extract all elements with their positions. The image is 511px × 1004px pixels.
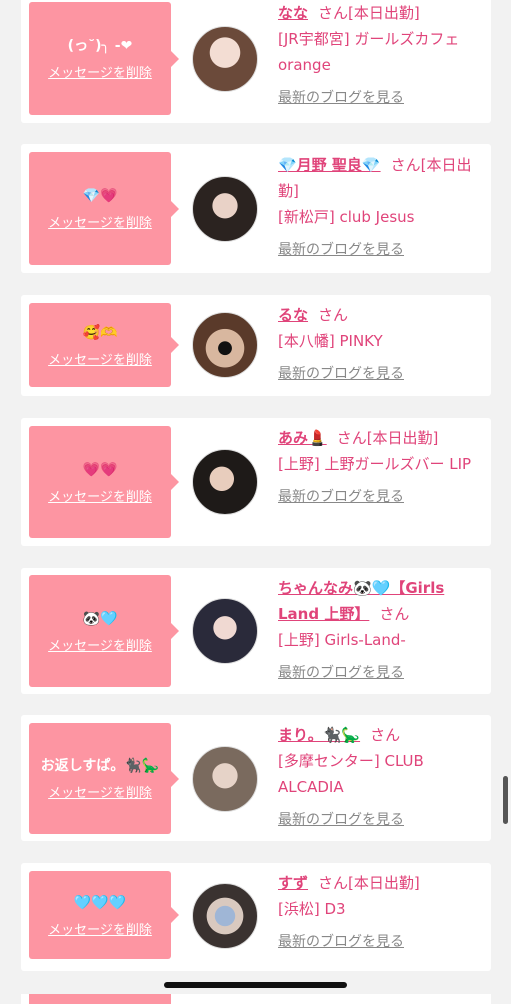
list-item: お返しすぱ。🐈‍⬛🦕 メッセージを削除 まり。🐈‍⬛🦕 さん [多摩センター] C… — [21, 715, 491, 841]
message-bubble: 🩵🩵🩵 メッセージを削除 — [29, 871, 179, 959]
san-label: さん — [336, 429, 367, 447]
blog-link[interactable]: 最新のブログを見る — [278, 90, 404, 106]
avatar[interactable] — [192, 312, 258, 378]
delete-message-link[interactable]: メッセージを削除 — [48, 62, 152, 81]
san-label: さん — [318, 306, 349, 324]
san-label: さん — [379, 605, 410, 623]
message-text: お返しすぱ。🐈‍⬛🦕 — [40, 758, 160, 774]
list-item: 🐼🩵 メッセージを削除 ちゃんなみ🐼🩵【Girls Land 上野】 さん [上野… — [21, 568, 491, 694]
message-bubble — [29, 994, 171, 1004]
list-item: (っ˘)╮ -❤ メッセージを削除 なな さん[本日出勤] [JR宇都宮] ガール… — [21, 0, 491, 123]
message-bubble: 🥰🫶 メッセージを削除 — [29, 303, 179, 387]
message-bubble: 💎💗 メッセージを削除 — [29, 152, 179, 265]
girl-name-link[interactable]: あみ💄 — [278, 429, 327, 447]
home-indicator[interactable] — [164, 982, 347, 988]
message-text: 🥰🫶 — [82, 324, 118, 341]
avatar[interactable] — [192, 598, 258, 664]
scrollbar[interactable] — [503, 776, 508, 824]
shop-name: [上野] Girls-Land- — [278, 631, 406, 649]
avatar[interactable] — [192, 883, 258, 949]
san-label: さん — [370, 726, 401, 744]
message-bubble: 🐼🩵 メッセージを削除 — [29, 575, 179, 687]
blog-link[interactable]: 最新のブログを見る — [278, 242, 404, 258]
shop-name: [本八幡] PINKY — [278, 332, 383, 350]
san-label: さん — [318, 4, 349, 22]
blog-link[interactable]: 最新のブログを見る — [278, 812, 404, 828]
blog-link[interactable]: 最新のブログを見る — [278, 489, 404, 505]
message-text: 💗💗 — [82, 461, 118, 478]
message-text: 🐼🩵 — [82, 610, 118, 627]
girl-name-link[interactable]: 💎月野 聖良💎 — [278, 156, 381, 174]
delete-message-link[interactable]: メッセージを削除 — [48, 782, 152, 801]
message-bubble: (っ˘)╮ -❤ メッセージを削除 — [29, 2, 179, 115]
shop-name: [上野] 上野ガールズバー LIP — [278, 455, 472, 473]
girl-name-link[interactable]: まり。🐈‍⬛🦕 — [278, 726, 360, 744]
girl-name-link[interactable]: ちゃんなみ🐼🩵【Girls Land 上野】 — [278, 579, 444, 623]
list-item: 🥰🫶 メッセージを削除 るな さん [本八幡] PINKY 最新のブログを見る — [21, 295, 491, 396]
blog-link[interactable]: 最新のブログを見る — [278, 366, 404, 382]
blog-link[interactable]: 最新のブログを見る — [278, 665, 404, 681]
san-label: さん — [318, 874, 349, 892]
delete-message-link[interactable]: メッセージを削除 — [48, 349, 152, 368]
san-label: さん — [390, 156, 421, 174]
girl-name-link[interactable]: るな — [278, 306, 308, 324]
status-text: [本日出勤] — [348, 874, 420, 892]
list-item: 🩵🩵🩵 メッセージを削除 すず さん[本日出勤] [浜松] D3 最新のブログを見… — [21, 863, 491, 971]
avatar[interactable] — [192, 449, 258, 515]
girl-name-link[interactable]: なな — [278, 4, 308, 22]
shop-name: [浜松] D3 — [278, 900, 346, 918]
list-item — [21, 994, 491, 1004]
status-text: [本日出勤] — [366, 429, 439, 447]
delete-message-link[interactable]: メッセージを削除 — [48, 919, 152, 938]
message-text: (っ˘)╮ -❤ — [67, 38, 133, 54]
blog-link[interactable]: 最新のブログを見る — [278, 934, 404, 950]
shop-name: [JR宇都宮] ガールズカフェ orange — [278, 30, 460, 74]
shop-name: [新松戸] club Jesus — [278, 208, 415, 226]
shop-name: [多摩センター] CLUB ALCADIA — [278, 752, 424, 796]
delete-message-link[interactable]: メッセージを削除 — [48, 635, 152, 654]
message-text: 🩵🩵🩵 — [73, 894, 127, 911]
list-item: 💗💗 メッセージを削除 あみ💄 さん[本日出勤] [上野] 上野ガールズバー LI… — [21, 418, 491, 546]
message-bubble: お返しすぱ。🐈‍⬛🦕 メッセージを削除 — [29, 723, 179, 834]
girl-name-link[interactable]: すず — [278, 874, 308, 892]
avatar[interactable] — [192, 746, 258, 812]
message-bubble: 💗💗 メッセージを削除 — [29, 426, 179, 538]
status-text: [本日出勤] — [348, 4, 420, 22]
avatar[interactable] — [192, 26, 258, 92]
delete-message-link[interactable]: メッセージを削除 — [48, 212, 152, 231]
list-item: 💎💗 メッセージを削除 💎月野 聖良💎 さん[本日出勤] [新松戸] club J… — [21, 144, 491, 273]
message-text: 💎💗 — [82, 188, 118, 204]
delete-message-link[interactable]: メッセージを削除 — [48, 486, 152, 505]
avatar[interactable] — [192, 176, 258, 242]
